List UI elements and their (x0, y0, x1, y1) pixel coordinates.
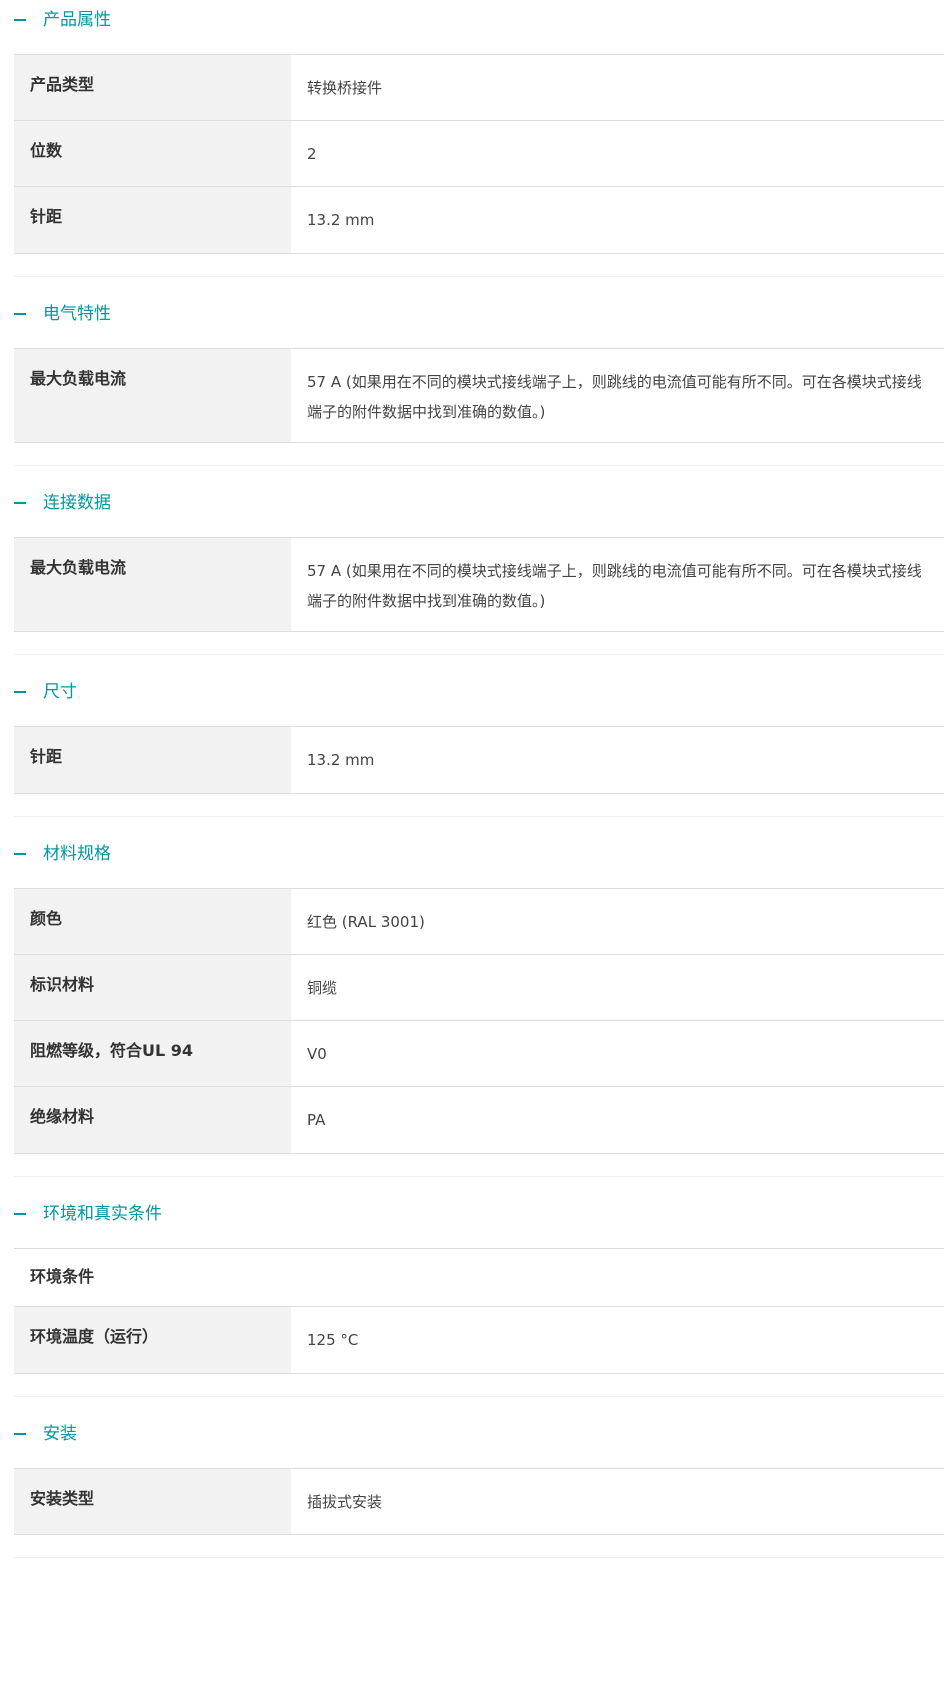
row-value: 57 A (如果用在不同的模块式接线端子上，则跳线的电流值可能有所不同。可在各模… (307, 562, 922, 610)
table-row: 绝缘材料 PA (14, 1086, 944, 1154)
minus-icon (14, 853, 26, 855)
row-value: 13.2 mm (307, 211, 375, 229)
row-value: V0 (307, 1045, 327, 1063)
row-key: 最大负载电流 (14, 349, 291, 442)
section-divider (14, 1557, 944, 1558)
minus-icon (14, 502, 26, 504)
table-row: 针距 13.2 mm (14, 186, 944, 254)
table-row: 环境温度（运行） 125 °C (14, 1306, 944, 1374)
table-row: 安装类型 插拔式安装 (14, 1468, 944, 1535)
section-title: 产品属性 (43, 10, 111, 30)
row-value: 转换桥接件 (307, 79, 383, 97)
table-row: 产品类型 转换桥接件 (14, 54, 944, 121)
table-subheader-row: 环境条件 (14, 1248, 944, 1307)
table-row: 最大负载电流 57 A (如果用在不同的模块式接线端子上，则跳线的电流值可能有所… (14, 537, 944, 632)
row-key: 最大负载电流 (14, 538, 291, 631)
row-key: 标识材料 (14, 955, 291, 1021)
minus-icon (14, 1433, 26, 1435)
row-key: 位数 (14, 121, 291, 187)
row-key: 颜色 (14, 889, 291, 955)
section-divider (14, 654, 944, 655)
section-title: 环境和真实条件 (43, 1204, 162, 1224)
row-key: 环境温度（运行） (14, 1307, 291, 1373)
section-divider (14, 1176, 944, 1177)
table-row: 最大负载电流 57 A (如果用在不同的模块式接线端子上，则跳线的电流值可能有所… (14, 348, 944, 443)
section-title: 尺寸 (43, 682, 77, 702)
table-row: 针距 13.2 mm (14, 726, 944, 794)
row-value: 125 °C (307, 1331, 359, 1349)
section-divider (14, 816, 944, 817)
section-header-environment[interactable]: 环境和真实条件 (0, 1196, 946, 1232)
row-key: 阻燃等级，符合UL 94 (14, 1021, 291, 1087)
table-row: 位数 2 (14, 120, 944, 187)
section-header-product-properties[interactable]: 产品属性 (0, 2, 946, 38)
row-value: 红色 (RAL 3001) (307, 913, 425, 931)
table-row: 颜色 红色 (RAL 3001) (14, 888, 944, 955)
section-header-installation[interactable]: 安装 (0, 1416, 946, 1452)
row-value: 铜缆 (307, 979, 338, 997)
section-title: 安装 (43, 1424, 77, 1444)
section-header-electrical[interactable]: 电气特性 (0, 296, 946, 332)
minus-icon (14, 313, 26, 315)
row-value: 13.2 mm (307, 751, 375, 769)
row-value: 57 A (如果用在不同的模块式接线端子上，则跳线的电流值可能有所不同。可在各模… (307, 373, 922, 421)
section-divider (14, 276, 944, 277)
row-value: PA (307, 1111, 326, 1129)
row-value: 插拔式安装 (307, 1493, 383, 1511)
row-key: 环境条件 (30, 1267, 95, 1286)
row-key: 针距 (14, 727, 291, 793)
section-divider (14, 1396, 944, 1397)
table-row: 阻燃等级，符合UL 94 V0 (14, 1020, 944, 1087)
section-divider (14, 465, 944, 466)
section-title: 材料规格 (43, 844, 111, 864)
row-key: 安装类型 (14, 1469, 291, 1534)
minus-icon (14, 19, 26, 21)
row-value: 2 (307, 145, 317, 163)
row-key: 产品类型 (14, 55, 291, 121)
table-row: 标识材料 铜缆 (14, 954, 944, 1021)
section-header-connection[interactable]: 连接数据 (0, 485, 946, 521)
row-key: 针距 (14, 187, 291, 253)
section-title: 连接数据 (43, 493, 111, 513)
row-key: 绝缘材料 (14, 1087, 291, 1153)
minus-icon (14, 1213, 26, 1215)
section-title: 电气特性 (43, 304, 111, 324)
section-header-dimensions[interactable]: 尺寸 (0, 674, 946, 710)
section-header-materials[interactable]: 材料规格 (0, 836, 946, 872)
minus-icon (14, 691, 26, 693)
